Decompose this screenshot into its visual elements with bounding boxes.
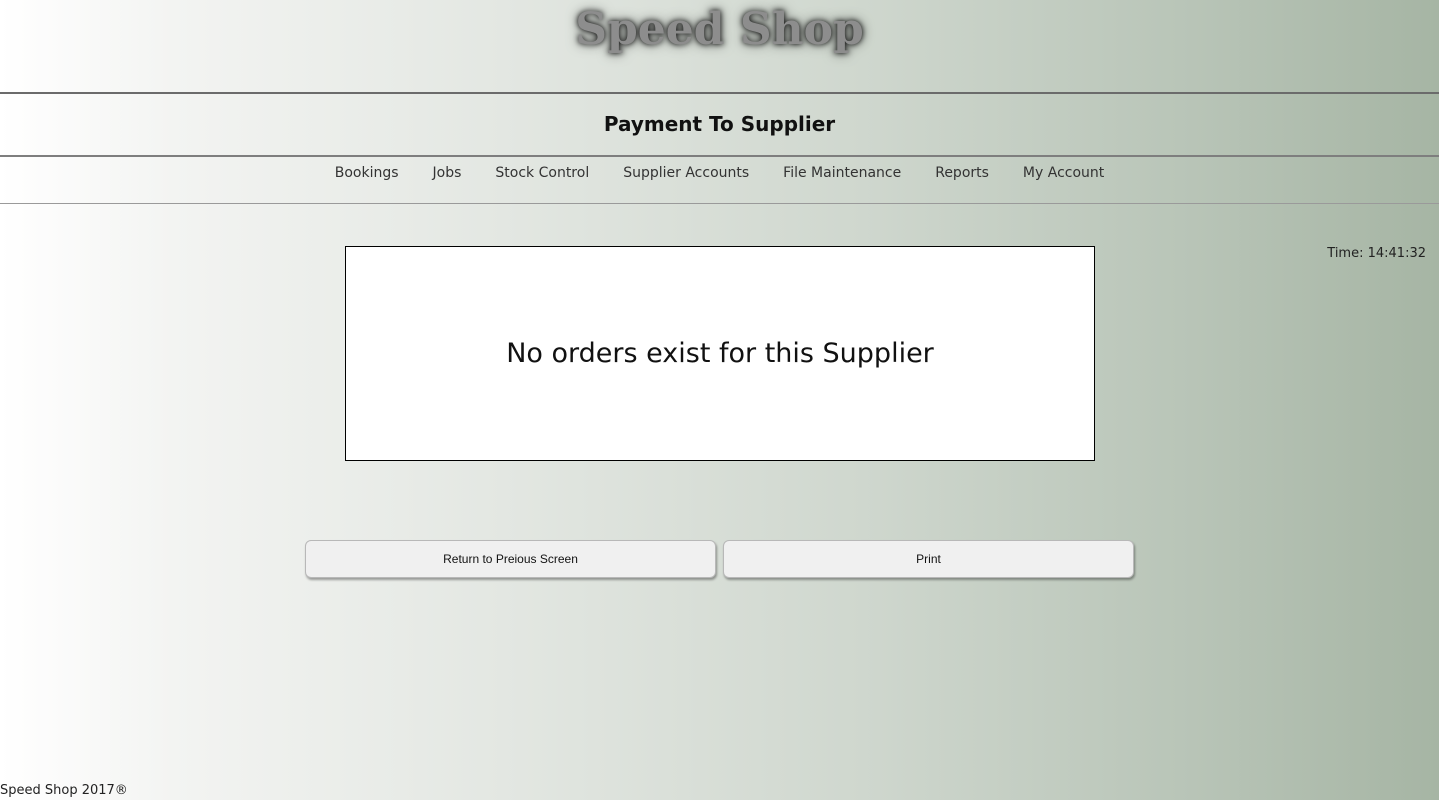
no-orders-message: No orders exist for this Supplier xyxy=(506,338,934,369)
return-to-previous-screen-button[interactable]: Return to Preious Screen xyxy=(305,540,716,578)
time-display: Time: 14:41:32 xyxy=(1327,246,1426,261)
header-divider-top xyxy=(0,92,1439,94)
message-panel: No orders exist for this Supplier xyxy=(345,246,1095,461)
nav-item-reports[interactable]: Reports xyxy=(918,163,1006,183)
nav-divider-bottom xyxy=(0,203,1439,204)
nav-item-stock-control[interactable]: Stock Control xyxy=(478,163,606,183)
print-button[interactable]: Print xyxy=(723,540,1134,578)
page-title: Payment To Supplier xyxy=(603,112,836,136)
nav-item-supplier-accounts[interactable]: Supplier Accounts xyxy=(606,163,766,183)
site-logo-text: Speed Shop xyxy=(575,4,864,55)
nav-item-jobs[interactable]: Jobs xyxy=(416,163,479,183)
header-divider-middle xyxy=(0,155,1439,157)
nav-item-file-maintenance[interactable]: File Maintenance xyxy=(766,163,918,183)
nav-item-my-account[interactable]: My Account xyxy=(1006,163,1121,183)
footer-copyright: Speed Shop 2017® xyxy=(0,783,128,798)
nav-item-bookings[interactable]: Bookings xyxy=(318,163,416,183)
main-navigation: Bookings Jobs Stock Control Supplier Acc… xyxy=(0,163,1439,183)
